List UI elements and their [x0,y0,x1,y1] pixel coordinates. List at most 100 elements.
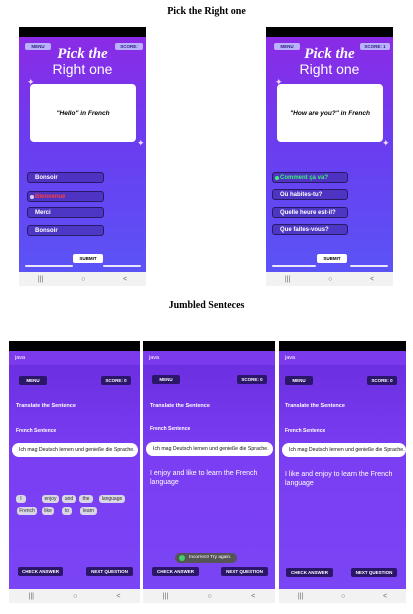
section-title-pick: Pick the Right one [167,6,246,17]
status-bar [9,341,140,351]
sentence-display: Ich mag Deutsch lernen und genieße die S… [282,443,406,457]
recent-apps-icon[interactable]: ||| [298,593,303,600]
title-line-2: Right one [52,61,113,77]
pick-screen-1: MENU SCORE: Pick the Right one ✦ "Hello"… [19,27,146,286]
score-badge: SCORE: 0 [367,376,397,385]
app-bar: java [143,351,275,365]
next-question-button[interactable]: NEXT QUESTION [86,567,133,576]
sparkle-icon: ✦ [382,138,390,148]
submit-button[interactable]: SUBMIT [317,254,347,263]
recent-apps-icon[interactable]: ||| [285,276,290,283]
system-nav-bar: ||| ○ < [279,589,406,603]
bottom-bar [272,265,316,267]
submit-button[interactable]: SUBMIT [73,254,103,263]
back-icon[interactable]: < [116,593,120,600]
next-question-button[interactable]: NEXT QUESTION [351,568,397,577]
option-4[interactable]: Bonsoir [27,225,104,236]
word-chip[interactable]: like [42,507,54,515]
option-4[interactable]: Que faites-vous? [272,224,348,235]
toast-message: Incorrect! Try again. [175,553,238,563]
status-bar [266,27,393,37]
status-bar [19,27,146,37]
jumbled-screen-1: java MENU SCORE: 0 Translate the Sentenc… [9,341,140,603]
jumbled-screen-2: java MENU SCORE: 0 Translate the Sentenc… [143,341,275,603]
subheading: French Sentence [150,426,191,432]
recent-apps-icon[interactable]: ||| [29,593,34,600]
option-label: Bonsoir [35,228,58,234]
word-chip[interactable]: language [99,495,125,503]
option-label: Quelle heure est-il? [280,210,336,216]
home-icon[interactable]: ○ [81,276,85,283]
back-icon[interactable]: < [123,276,127,283]
option-3[interactable]: Quelle heure est-il? [272,207,348,218]
subheading: French Sentence [16,428,57,434]
recent-apps-icon[interactable]: ||| [163,593,168,600]
home-icon[interactable]: ○ [73,593,77,600]
option-3[interactable]: Merci [27,207,104,218]
option-1[interactable]: Comment ça va? [272,172,348,183]
home-icon[interactable]: ○ [341,593,345,600]
status-bar [279,341,406,351]
home-icon[interactable]: ○ [328,276,332,283]
check-answer-button[interactable]: CHECK ANSWER [286,568,333,577]
sparkle-icon: ✦ [137,138,145,148]
heading: Translate the Sentence [16,403,76,409]
title-line-1: Pick the [57,46,108,62]
app-icon [179,555,185,561]
menu-button[interactable]: MENU [19,376,47,385]
score-badge: SCORE: 0 [101,376,131,385]
answer-text: I like and enjoy to learn the French lan… [285,471,393,487]
option-label: Bonsoir [35,175,58,181]
back-icon[interactable]: < [370,276,374,283]
system-nav-bar: ||| ○ < [266,272,393,286]
question-card: "How are you?" in French [277,84,383,142]
word-chip[interactable]: French [17,507,37,515]
word-chip[interactable]: enjoy [42,495,59,503]
game-background [9,361,140,589]
answer-text: I enjoy and like to learn the French lan… [150,470,258,486]
option-2[interactable]: Où habites-tu? [272,189,348,200]
toast-text: Incorrect! Try again. [189,555,232,560]
check-answer-button[interactable]: CHECK ANSWER [152,567,199,576]
word-chip[interactable]: and [62,495,76,503]
back-icon[interactable]: < [251,593,255,600]
app-bar: java [279,351,406,365]
subheading: French Sentence [285,428,326,434]
option-label: Où habites-tu? [280,192,323,198]
radio-selected-icon [275,176,279,180]
page-title: Pick the Right one [19,46,146,77]
recent-apps-icon[interactable]: ||| [38,276,43,283]
heading: Translate the Sentence [285,403,345,409]
sentence-display: Ich mag Deutsch lernen und genieße die S… [12,443,138,457]
option-label: Bienvenue [35,194,66,200]
word-chip[interactable]: I [16,495,26,503]
option-2[interactable]: Bienvenue [27,191,104,202]
check-answer-button[interactable]: CHECK ANSWER [18,567,63,576]
option-label: Merci [35,210,51,216]
next-question-button[interactable]: NEXT QUESTION [221,567,268,576]
section-title-jumbled: Jumbled Senteces [168,300,245,311]
title-line-1: Pick the [304,46,355,62]
jumbled-screen-3: java MENU SCORE: 0 Translate the Sentenc… [279,341,406,603]
bottom-bar [25,265,73,267]
back-icon[interactable]: < [383,593,387,600]
bottom-bar [350,265,388,267]
title-line-2: Right one [299,61,360,77]
radio-selected-icon [30,195,34,199]
word-chip[interactable]: to [62,507,72,515]
score-badge: SCORE: 0 [237,375,267,384]
home-icon[interactable]: ○ [208,593,212,600]
question-card: "Hello" in French [30,84,136,142]
system-nav-bar: ||| ○ < [19,272,146,286]
app-bar: java [9,351,140,365]
option-label: Que faites-vous? [280,227,329,233]
system-nav-bar: ||| ○ < [143,589,275,603]
word-chip[interactable]: the [79,495,93,503]
status-bar [143,341,275,351]
menu-button[interactable]: MENU [285,376,313,385]
word-chip[interactable]: learn [80,507,97,515]
menu-button[interactable]: MENU [152,375,180,384]
option-label: Comment ça va? [280,175,329,181]
pick-screen-2: MENU SCORE: 1 Pick the Right one ✦ "How … [266,27,393,286]
option-1[interactable]: Bonsoir [27,172,104,183]
